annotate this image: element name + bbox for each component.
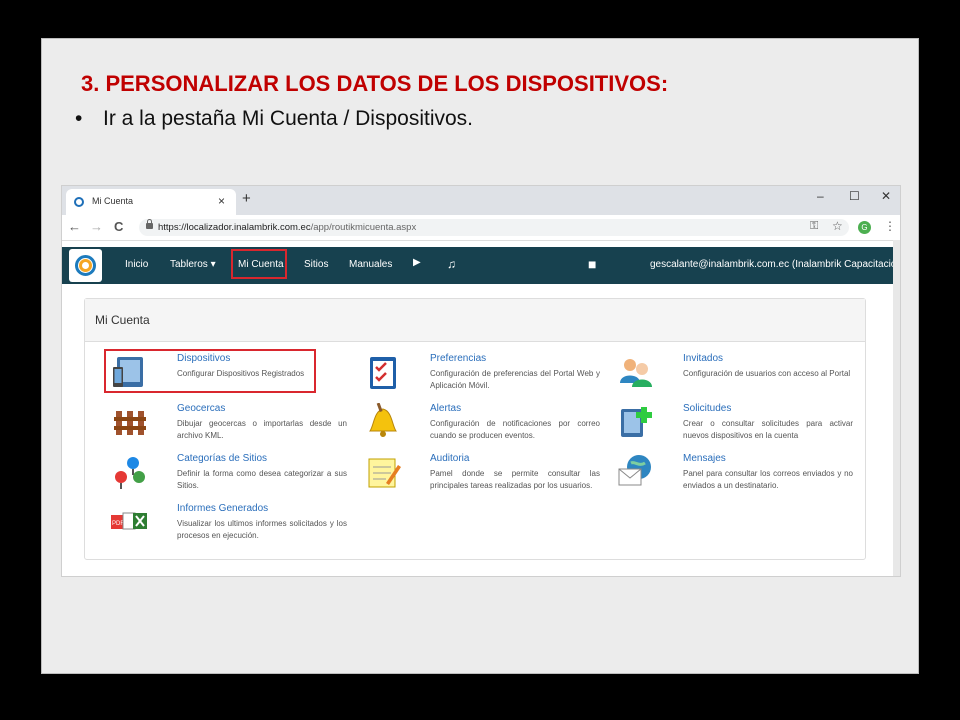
panel-title: Mi Cuenta [95, 313, 150, 327]
url-path: /app/routikmicuenta.aspx [310, 222, 417, 233]
option-desc: Configuración de usuarios con acceso al … [683, 369, 851, 378]
reports-icon: PDF [111, 512, 147, 530]
option-desc: Panel para consultar los correos enviado… [683, 469, 853, 490]
mi-cuenta-panel: Mi Cuenta Dispositivos Configurar Dispos… [84, 298, 866, 560]
email-globe-icon [618, 455, 651, 486]
nav-inicio[interactable]: Inicio [125, 259, 148, 270]
pdf-label: PDF [112, 521, 124, 527]
tab-close-icon[interactable]: × [218, 194, 225, 208]
user-menu[interactable]: gescalante@inalambrik.com.ec (Inalambrik… [650, 259, 900, 270]
option-solicitudes[interactable]: Solicitudes Crear o consultar solicitude… [617, 403, 857, 451]
option-mensajes[interactable]: Mensajes Panel para consultar los correo… [617, 453, 857, 501]
logo-ring-inner [79, 259, 92, 272]
nav-sitios[interactable]: Sitios [304, 259, 328, 270]
browser-tab[interactable]: Mi Cuenta × [66, 189, 236, 215]
forward-arrow-icon[interactable]: → [90, 219, 103, 234]
scrollbar-track[interactable] [893, 240, 900, 576]
users-icon [620, 359, 652, 387]
chat-icon[interactable]: ■ [588, 256, 596, 272]
maximize-button[interactable]: ☐ [849, 189, 860, 203]
mi-cuenta-highlight [231, 249, 287, 279]
youtube-icon[interactable]: ▶ [413, 257, 421, 268]
notepad-pencil-icon [368, 458, 401, 488]
star-icon[interactable]: ☆ [832, 219, 843, 233]
fence-icon [114, 411, 146, 435]
favicon-icon [74, 197, 84, 207]
option-desc: Definir la forma como desea categorizar … [177, 469, 347, 490]
option-desc: Dibujar geocercas o importarlas desde un… [177, 419, 347, 440]
option-title[interactable]: Mensajes [683, 453, 726, 464]
option-title[interactable]: Auditoria [430, 453, 469, 464]
option-title[interactable]: Alertas [430, 403, 461, 414]
url-host: https://localizador.inalambrik.com.ec [158, 222, 311, 233]
bullet-dot: • [75, 107, 83, 130]
option-desc: Pamel donde se permite consultar las pri… [430, 469, 600, 490]
key-icon[interactable]: ⚿ [810, 220, 818, 233]
tab-title: Mi Cuenta [92, 196, 134, 206]
option-preferencias[interactable]: Preferencias Configuración de preferenci… [364, 353, 604, 401]
option-desc: Configuración de preferencias del Portal… [430, 369, 600, 390]
lock-icon [146, 219, 153, 229]
app-logo[interactable] [69, 249, 102, 282]
option-auditoria[interactable]: Auditoria Pamel donde se permite consult… [364, 453, 604, 501]
bullet-text: Ir a la pestaña Mi Cuenta / Dispositivos… [103, 107, 474, 130]
headset-icon[interactable]: ♫ [447, 257, 456, 271]
option-title[interactable]: Solicitudes [683, 403, 731, 414]
option-title[interactable]: Invitados [683, 353, 723, 364]
option-informes[interactable]: PDF Informes Generados Visualizar los ul… [111, 503, 351, 551]
option-title[interactable]: Preferencias [430, 353, 486, 364]
option-geocercas[interactable]: Geocercas Dibujar geocercas o importarla… [111, 403, 351, 451]
close-window-button[interactable]: ✕ [881, 189, 891, 203]
minimize-button[interactable]: – [817, 189, 824, 203]
nav-manuales[interactable]: Manuales [349, 259, 392, 270]
checklist-icon [370, 357, 396, 389]
slide: 3. PERSONALIZAR LOS DATOS DE LOS DISPOSI… [41, 38, 919, 674]
option-desc: Visualizar los ultimos informes solicita… [177, 519, 347, 540]
bullet-line: • Ir a la pestaña Mi Cuenta / Dispositivo… [75, 107, 473, 131]
panel-header: Mi Cuenta [85, 299, 865, 342]
option-invitados[interactable]: Invitados Configuración de usuarios con … [617, 353, 857, 401]
option-alertas[interactable]: Alertas Configuración de notificaciones … [364, 403, 604, 451]
back-arrow-icon[interactable]: ← [68, 219, 81, 234]
dispositivos-highlight [104, 349, 316, 393]
option-title[interactable]: Categorías de Sitios [177, 453, 267, 464]
bell-icon [369, 403, 397, 437]
map-pins-icon [115, 457, 145, 489]
url-text: https://localizador.inalambrik.com.ec/ap… [158, 222, 416, 233]
slide-title: 3. PERSONALIZAR LOS DATOS DE LOS DISPOSI… [81, 71, 669, 96]
browser-tabbar: Mi Cuenta × + – ☐ ✕ [62, 186, 900, 215]
option-desc: Configuración de notificaciones por corr… [430, 419, 600, 440]
app-navbar: Inicio Tableros ▾ Mi Cuenta Sitios Manua… [62, 247, 900, 284]
option-title[interactable]: Informes Generados [177, 503, 268, 514]
profile-avatar[interactable]: G [858, 221, 871, 234]
nav-tableros[interactable]: Tableros ▾ [170, 259, 216, 270]
add-device-icon [621, 407, 652, 437]
option-categorias[interactable]: Categorías de Sitios Definir la forma co… [111, 453, 351, 501]
option-desc: Crear o consultar solicitudes para activ… [683, 419, 853, 440]
reload-icon[interactable]: C [114, 219, 123, 234]
browser-window: Mi Cuenta × + – ☐ ✕ ← → C https://locali… [61, 185, 901, 577]
address-bar-row: ← → C https://localizador.inalambrik.com… [62, 215, 900, 241]
option-title[interactable]: Geocercas [177, 403, 225, 414]
menu-dots-icon[interactable]: ⋮ [884, 219, 896, 233]
url-field[interactable]: https://localizador.inalambrik.com.ec/ap… [139, 219, 849, 236]
new-tab-button[interactable]: + [242, 190, 251, 207]
